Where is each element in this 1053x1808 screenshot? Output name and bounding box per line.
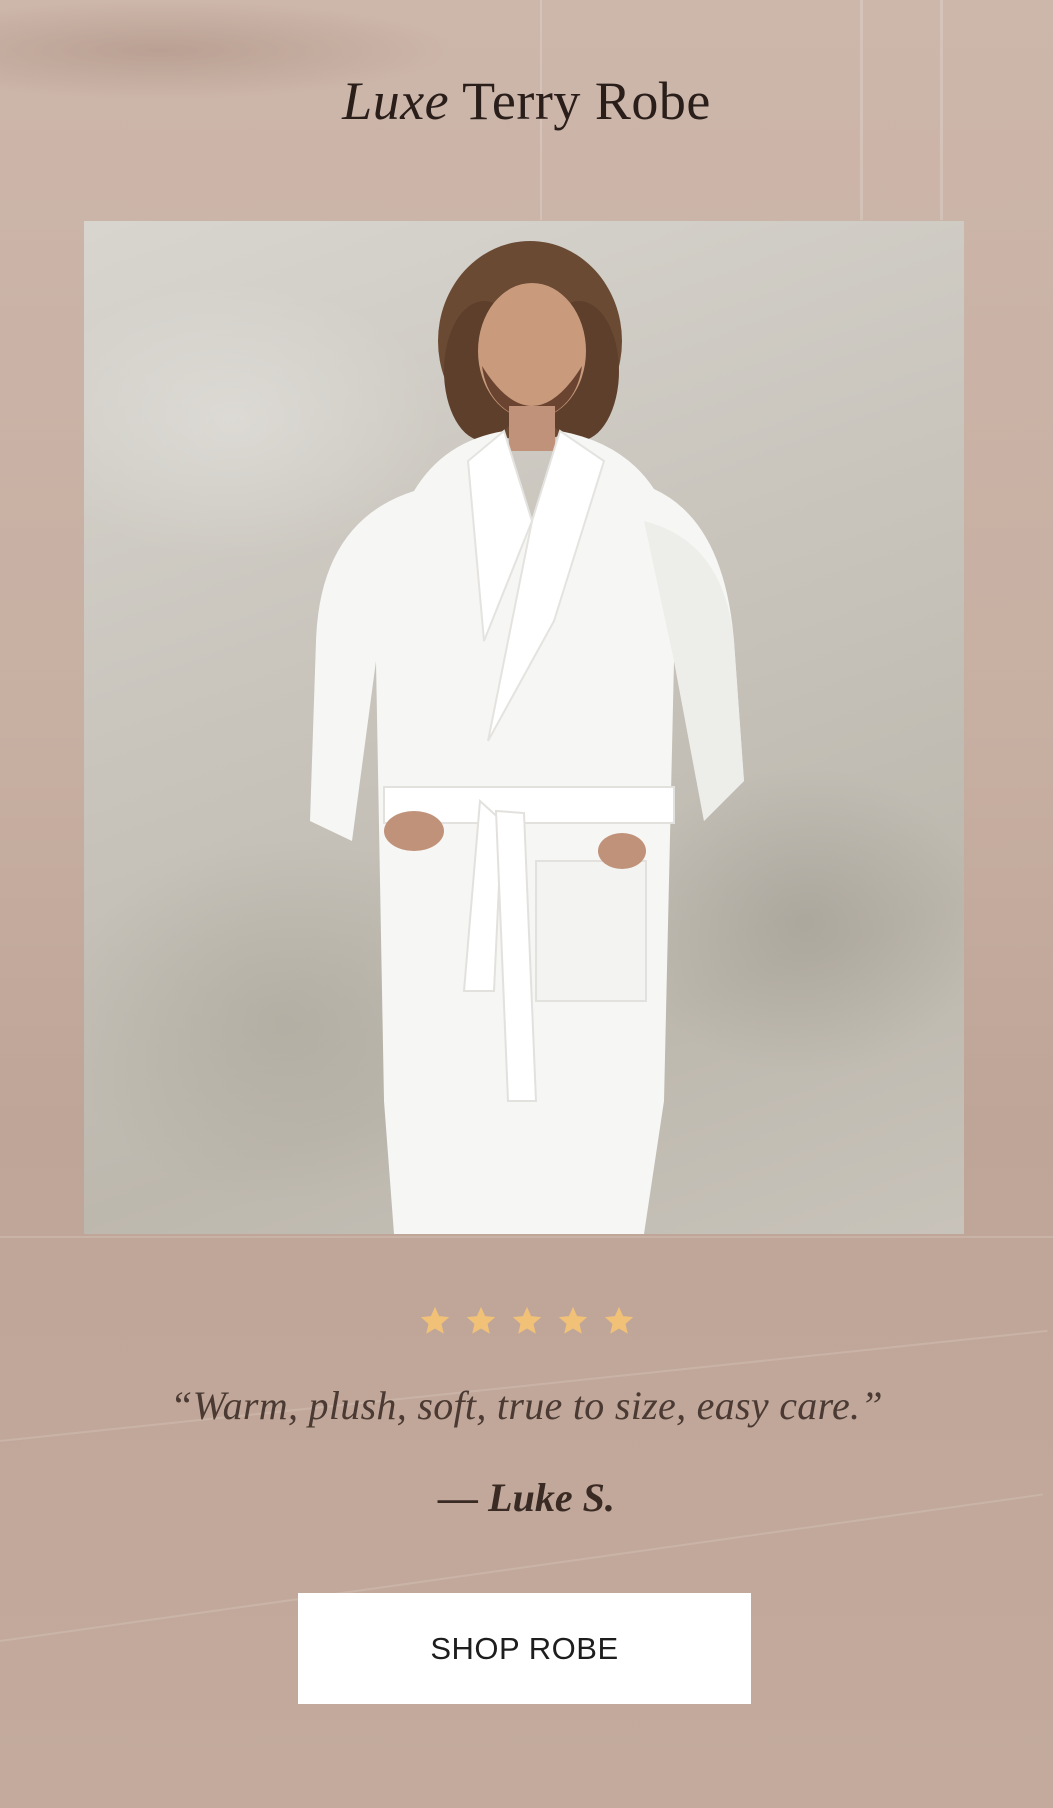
product-title-rest: Terry Robe xyxy=(462,71,711,131)
star-icon xyxy=(420,1306,449,1334)
star-icon xyxy=(512,1306,541,1334)
robe-model-illustration xyxy=(310,241,744,1234)
product-title-italic: Luxe xyxy=(342,71,450,131)
star-icon xyxy=(558,1306,587,1334)
testimonial-author: — Luke S. xyxy=(438,1475,615,1520)
product-photo[interactable] xyxy=(84,221,964,1234)
star-icon xyxy=(604,1306,633,1334)
testimonial-quote: “Warm, plush, soft, true to size, easy c… xyxy=(170,1383,883,1428)
rating-stars xyxy=(0,1304,1053,1338)
floor-line xyxy=(0,1236,1053,1238)
product-title: Luxe Terry Robe xyxy=(0,74,1053,128)
star-icon xyxy=(466,1306,495,1334)
shop-robe-button[interactable]: SHOP ROBE xyxy=(298,1593,751,1704)
